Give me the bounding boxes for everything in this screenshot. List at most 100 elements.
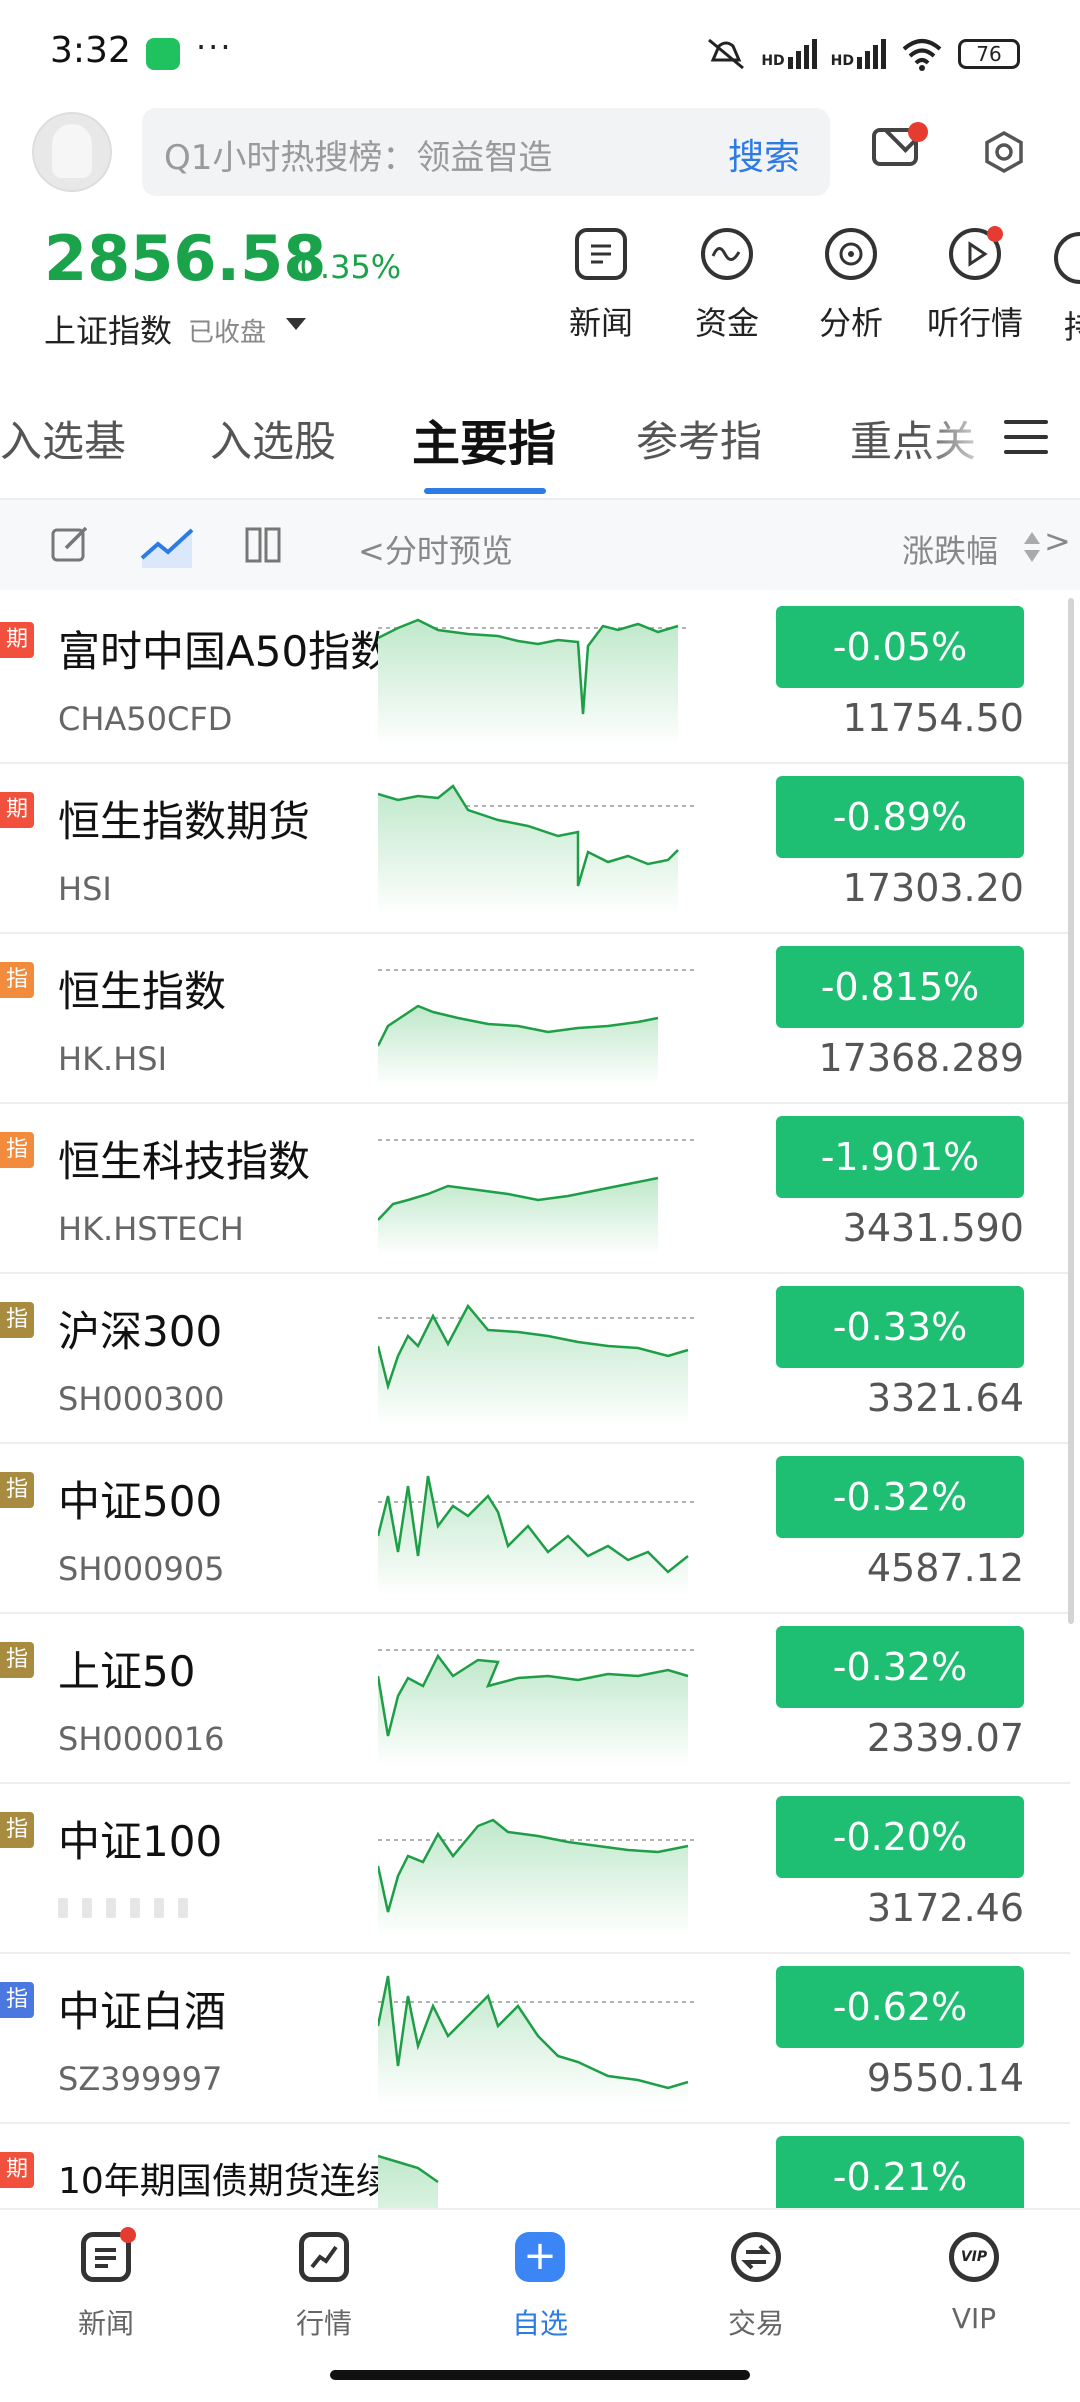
- funds-icon: [701, 228, 753, 280]
- category-tag: 期: [0, 2152, 34, 2188]
- play-icon: [949, 226, 1003, 280]
- menu-icon[interactable]: [1004, 420, 1048, 456]
- sparkline-chart: [378, 784, 698, 916]
- index-code: SH000016: [58, 1720, 225, 1758]
- category-tag: 期: [0, 622, 34, 658]
- index-price: 3321.64: [866, 1376, 1024, 1420]
- hd-label-1: HD: [761, 53, 785, 69]
- category-tag: 指: [0, 1302, 34, 1338]
- sparkline-chart: [378, 1649, 698, 1766]
- nav-news[interactable]: 新闻: [36, 2227, 176, 2342]
- index-code: SH000300: [58, 1380, 225, 1418]
- change-badge: -0.20%: [776, 1796, 1024, 1878]
- category-tag: 指: [0, 1642, 34, 1678]
- scrollbar[interactable]: [1068, 598, 1074, 1624]
- index-price: 9550.14: [866, 2056, 1024, 2100]
- wifi-icon: [902, 39, 942, 71]
- chart-icon: [299, 2232, 349, 2282]
- quick-link-more[interactable]: 持: [1050, 232, 1080, 348]
- tab-fade: [920, 380, 1000, 480]
- tab-reference-indices[interactable]: 参考指: [636, 408, 762, 469]
- index-name: 中证100: [58, 1817, 223, 1866]
- quick-link-analysis[interactable]: 分析: [796, 228, 906, 344]
- search-placeholder: Q1小时热搜榜：领益智造: [164, 138, 553, 178]
- list-item[interactable]: 期 恒生指数期货 HSI -0.89% 17303.20: [0, 762, 1070, 934]
- quick-link-label: 新闻: [568, 304, 633, 342]
- index-code: SZ399997: [58, 2060, 223, 2098]
- list-item[interactable]: 指 恒生指数 HK.HSI -0.815% 17368.289: [0, 932, 1070, 1104]
- category-tag: 指: [0, 1982, 34, 2018]
- market-status: 已收盘: [188, 318, 267, 348]
- more-icon: [1054, 232, 1080, 284]
- tab-selected-stocks[interactable]: 入选股: [210, 408, 336, 469]
- category-tag: 指: [0, 1812, 34, 1848]
- notification-dot: [987, 226, 1003, 242]
- sparkline-chart: [378, 618, 688, 746]
- quick-link-listen[interactable]: 听行情: [920, 226, 1030, 344]
- index-price: 17368.289: [818, 1036, 1025, 1080]
- battery-icon: 76: [958, 39, 1020, 69]
- chevron-right-icon[interactable]: >: [1044, 522, 1071, 560]
- avatar[interactable]: [32, 112, 112, 192]
- list-item[interactable]: 指 中证500 SH000905 -0.32% 4587.12: [0, 1442, 1070, 1614]
- quick-link-label: 分析: [818, 304, 883, 342]
- quick-link-label: 资金: [694, 304, 759, 342]
- sparkline-chart: [378, 1475, 698, 1596]
- change-badge: -0.62%: [776, 1966, 1024, 2048]
- list-item[interactable]: 指 中证100 -0.20% 3172.46: [0, 1782, 1070, 1954]
- list-item[interactable]: 指 中证白酒 SZ399997 -0.62% 9550.14: [0, 1952, 1070, 2124]
- index-value[interactable]: 2856.58: [44, 222, 326, 295]
- signal-icon: HD: [761, 39, 817, 69]
- nav-vip[interactable]: VIP VIP: [904, 2232, 1044, 2335]
- sparkline-chart: [378, 1975, 698, 2106]
- list-item[interactable]: 期 10年期国债期货连续 -0.21%: [0, 2122, 1070, 2208]
- column-view-icon[interactable]: [244, 526, 282, 564]
- index-name: 富时中国A50指数: [58, 627, 393, 676]
- chevron-down-icon[interactable]: [286, 318, 306, 330]
- list-item[interactable]: 指 沪深300 SH000300 -0.33% 3321.64: [0, 1272, 1070, 1444]
- index-name: 中证500: [58, 1477, 223, 1526]
- nav-label: 行情: [295, 2307, 352, 2340]
- exchange-icon: [731, 2232, 781, 2282]
- category-tag: 指: [0, 1472, 34, 1508]
- nav-market[interactable]: 行情: [254, 2232, 394, 2342]
- list-item[interactable]: 指 恒生科技指数 HK.HSTECH -1.901% 3431.590: [0, 1102, 1070, 1274]
- active-tab-indicator: [424, 488, 546, 494]
- nav-label: 自选: [511, 2307, 568, 2340]
- home-indicator[interactable]: [330, 2370, 750, 2380]
- sort-by-change[interactable]: 涨跌幅: [902, 526, 998, 572]
- tab-major-indices[interactable]: 主要指: [412, 404, 556, 474]
- index-name: 中证白酒: [58, 1987, 227, 2036]
- index-name[interactable]: 上证指数: [44, 306, 172, 352]
- category-tag: 指: [0, 962, 34, 998]
- time-preview-toggle[interactable]: <分时预览: [358, 526, 513, 572]
- category-tag: 指: [0, 1132, 34, 1168]
- list-item[interactable]: 期 富时中国A50指数 CHA50CFD -0.05% 11754.50: [0, 592, 1070, 764]
- sort-icon[interactable]: [1022, 530, 1042, 564]
- index-list: 期 富时中国A50指数 CHA50CFD -0.05% 11754.50 期 恒…: [0, 592, 1080, 2208]
- change-badge: -0.815%: [776, 946, 1024, 1028]
- quick-link-funds[interactable]: 资金: [672, 228, 782, 344]
- index-price: 17303.20: [842, 866, 1024, 910]
- notification-dot: [908, 122, 928, 142]
- status-indicators: HD HD 76: [705, 34, 1020, 74]
- tab-selected-funds[interactable]: 入选基: [0, 408, 126, 469]
- index-name: 10年期国债期货连续: [58, 2161, 392, 2202]
- index-name: 沪深300: [58, 1307, 223, 1356]
- quick-link-news[interactable]: 新闻: [546, 228, 656, 344]
- index-price: 11754.50: [842, 696, 1024, 740]
- sparkline-chart: [378, 1818, 698, 1936]
- settings-icon[interactable]: [982, 130, 1026, 174]
- list-item[interactable]: 指 上证50 SH000016 -0.32% 2339.07: [0, 1612, 1070, 1784]
- nav-label: 新闻: [77, 2307, 134, 2340]
- search-button[interactable]: 搜索: [728, 128, 800, 180]
- index-change: -0.35%: [288, 248, 402, 286]
- sparkline-chart: [378, 2154, 439, 2208]
- nav-watchlist[interactable]: + 自选: [470, 2232, 610, 2342]
- news-icon: [81, 2227, 136, 2282]
- line-chart-icon[interactable]: [138, 520, 198, 570]
- nav-trade[interactable]: 交易: [686, 2232, 826, 2342]
- edit-icon[interactable]: [50, 524, 90, 564]
- status-more-dots: ···: [196, 28, 233, 66]
- index-name: 恒生指数: [58, 967, 227, 1016]
